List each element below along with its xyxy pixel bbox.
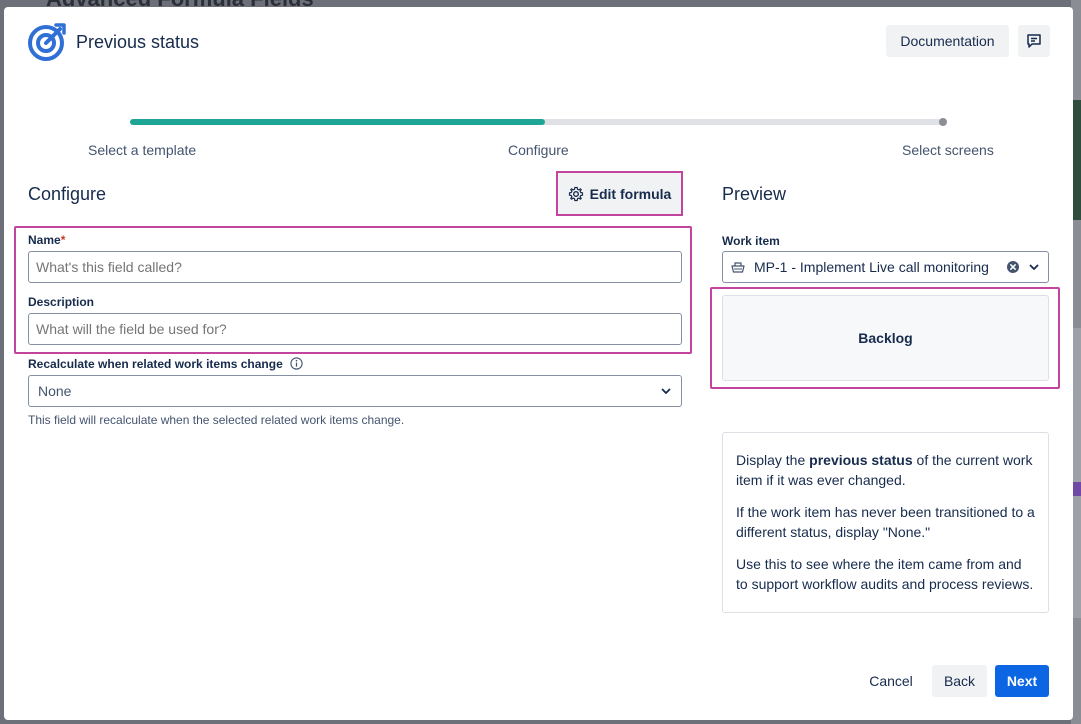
- feedback-button[interactable]: [1018, 25, 1050, 57]
- template-description-card: Display the previous status of the curre…: [722, 432, 1049, 613]
- recalculate-label: Recalculate when related work items chan…: [28, 357, 303, 371]
- step-select-screens: Select screens: [902, 142, 994, 158]
- cancel-button[interactable]: Cancel: [861, 665, 921, 697]
- recalculate-helper-text: This field will recalculate when the sel…: [28, 413, 405, 427]
- next-button[interactable]: Next: [995, 665, 1049, 697]
- gear-icon: [568, 186, 583, 201]
- info-icon[interactable]: [290, 357, 303, 370]
- modal-header: Previous status Documentation: [4, 7, 1073, 77]
- description-paragraph-3: Use this to see where the item came from…: [736, 556, 1034, 592]
- chevron-down-icon: [661, 388, 671, 394]
- progress-track: [130, 119, 943, 125]
- work-item-select[interactable]: MP-1 - Implement Live call monitoring: [722, 251, 1049, 283]
- app-logo-icon: [28, 23, 66, 61]
- progress-end-dot: [939, 118, 947, 126]
- recalculate-selected-value: None: [38, 383, 72, 399]
- step-select-template: Select a template: [88, 142, 197, 158]
- work-item-value: MP-1 - Implement Live call monitoring: [754, 259, 989, 275]
- edit-formula-button[interactable]: Edit formula: [556, 171, 683, 216]
- documentation-button[interactable]: Documentation: [886, 25, 1009, 57]
- step-configure: Configure: [508, 142, 569, 158]
- back-button[interactable]: Back: [932, 665, 987, 697]
- description-paragraph-2: If the work item has never been transiti…: [736, 504, 1035, 540]
- chevron-down-icon: [1029, 264, 1039, 270]
- progress-fill: [130, 119, 545, 125]
- preview-result: Backlog: [722, 295, 1049, 381]
- configure-heading: Configure: [28, 184, 107, 204]
- description-paragraph-1: Display the previous status of the curre…: [736, 452, 1033, 488]
- feedback-icon: [1027, 34, 1041, 48]
- work-item-type-icon: [731, 262, 745, 273]
- description-field[interactable]: [28, 313, 682, 345]
- work-item-label: Work item: [722, 234, 780, 248]
- name-label: Name*: [28, 233, 66, 247]
- recalculate-select[interactable]: None: [28, 375, 682, 407]
- progress-tracker: Select a template Configure Select scree…: [4, 115, 1073, 165]
- clear-icon[interactable]: [1006, 260, 1020, 274]
- required-mark: *: [60, 233, 66, 247]
- description-label: Description: [28, 295, 95, 309]
- modal-title: Previous status: [76, 32, 200, 52]
- preview-heading: Preview: [722, 184, 787, 204]
- edit-formula-label: Edit formula: [589, 185, 672, 202]
- name-field[interactable]: [28, 251, 682, 283]
- previous-status-modal: Previous status Documentation Select a t…: [4, 7, 1073, 720]
